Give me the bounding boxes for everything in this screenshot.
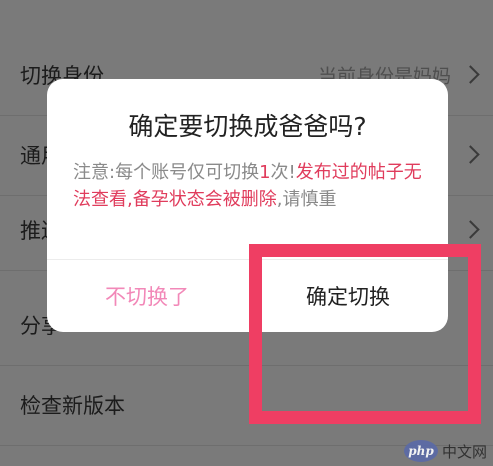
settings-row-label: 检查新版本 xyxy=(20,394,125,418)
dialog-message: 注意:每个账号仅可切换1次!发布过的帖子无法查看,备孕状态会被删除,请慎重 xyxy=(73,159,428,213)
dialog-message-count: 1 xyxy=(259,162,271,183)
switch-identity-dialog: 确定要切换成爸爸吗? 注意:每个账号仅可切换1次!发布过的帖子无法查看,备孕状态… xyxy=(47,79,448,332)
chevron-right-icon xyxy=(461,220,480,239)
dialog-message-note: 注意:每个账号仅可切换 xyxy=(73,162,260,183)
dialog-title: 确定要切换成爸爸吗? xyxy=(128,112,367,141)
dialog-message-times: 次! xyxy=(270,162,296,183)
php-logo-icon: php xyxy=(403,440,438,462)
cancel-switch-button[interactable]: 不切换了 xyxy=(47,260,247,332)
dialog-message-caution: ,请慎重 xyxy=(276,189,337,210)
watermark-text: 中文网 xyxy=(441,442,487,461)
confirm-switch-button[interactable]: 确定切换 xyxy=(248,260,448,332)
chevron-right-icon xyxy=(461,65,480,84)
settings-row-check-update[interactable]: 检查新版本 xyxy=(0,365,493,446)
watermark: php 中文网 xyxy=(403,440,487,462)
chevron-right-icon xyxy=(461,145,480,164)
